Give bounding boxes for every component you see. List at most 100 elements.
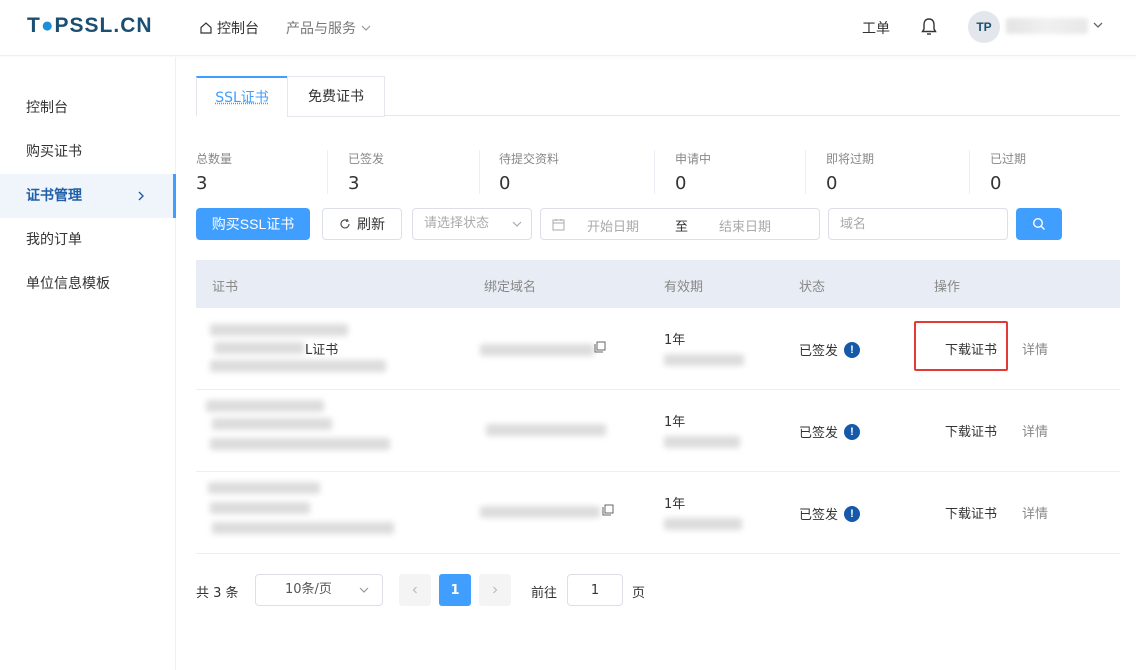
chevron-left-icon <box>412 586 417 594</box>
stat-label: 即将过期 <box>826 152 875 166</box>
status-badge: 已签发 ! <box>799 340 861 359</box>
stat-pending-docs: 待提交资料 0 <box>499 150 559 196</box>
date-range-picker[interactable]: 开始日期 至 结束日期 <box>540 208 820 240</box>
detail-link[interactable]: 详情 <box>1022 421 1048 440</box>
logo[interactable]: T●PSSL.CN <box>27 14 153 38</box>
cert-name-redacted <box>208 482 320 494</box>
sidebar-item-my-orders[interactable]: 我的订单 <box>0 218 176 262</box>
sidebar: 控制台 购买证书 证书管理 我的订单 单位信息模板 <box>0 57 176 670</box>
date-range-separator: 至 <box>675 220 689 235</box>
divider <box>805 150 806 194</box>
info-icon[interactable]: ! <box>844 423 861 440</box>
stat-label: 已过期 <box>990 152 1027 166</box>
expiry-redacted <box>664 354 744 366</box>
download-cert-link[interactable]: 下载证书 <box>945 339 997 358</box>
cert-type-redacted <box>212 418 332 430</box>
col-header-actions: 操作 <box>934 280 961 295</box>
end-date-input[interactable]: 结束日期 <box>719 216 771 235</box>
copy-icon[interactable] <box>602 504 614 516</box>
status-text: 已签发 <box>799 426 839 441</box>
stat-label: 已签发 <box>348 152 385 166</box>
detail-link[interactable]: 详情 <box>1022 339 1048 358</box>
page-size-value: 10条/页 <box>285 582 332 597</box>
stat-label: 申请中 <box>675 152 712 166</box>
sidebar-item-dashboard[interactable]: 控制台 <box>0 86 176 130</box>
divider <box>654 150 655 194</box>
avatar[interactable]: TP <box>968 11 1000 43</box>
status-select[interactable]: 请选择状态 <box>412 208 532 240</box>
search-button[interactable] <box>1016 208 1062 240</box>
start-date-input[interactable]: 开始日期 <box>587 216 639 235</box>
sidebar-item-label: 控制台 <box>26 100 68 116</box>
stat-value: 0 <box>826 173 838 194</box>
stat-label: 待提交资料 <box>499 152 560 166</box>
tab-ssl-cert[interactable]: SSL证书 <box>196 76 288 117</box>
nav-dashboard[interactable]: 控制台 <box>199 18 259 38</box>
chevron-down-icon <box>512 221 522 227</box>
info-icon[interactable]: ! <box>844 505 861 522</box>
chevron-down-icon <box>359 587 369 593</box>
buy-ssl-button[interactable]: 购买SSL证书 <box>196 208 310 240</box>
chevron-down-icon <box>361 25 371 31</box>
chevron-down-icon[interactable] <box>1092 19 1104 31</box>
col-header-status: 状态 <box>799 280 826 295</box>
stat-value: 3 <box>348 173 360 194</box>
top-header: T●PSSL.CN 控制台 产品与服务 工单 TP <box>0 0 1136 56</box>
stat-total: 总数量 3 <box>196 150 232 196</box>
validity-text: 1年 <box>664 497 686 512</box>
sidebar-item-label: 我的订单 <box>26 232 82 248</box>
tab-label: 免费证书 <box>308 89 364 105</box>
nav-products[interactable]: 产品与服务 <box>286 18 372 38</box>
status-badge: 已签发 ! <box>799 422 861 441</box>
refresh-icon <box>340 218 350 229</box>
bell-icon[interactable] <box>919 16 939 38</box>
stat-applying: 申请中 0 <box>675 150 711 196</box>
search-icon <box>1032 217 1045 230</box>
table-row: 1年 已签发 ! 下载证书 详情 <box>196 472 1120 554</box>
stat-expired: 已过期 0 <box>990 150 1026 196</box>
col-header-domain: 绑定域名 <box>484 280 537 295</box>
cert-id-redacted <box>210 360 386 372</box>
col-header-cert: 证书 <box>212 280 239 295</box>
tab-free-cert[interactable]: 免费证书 <box>287 76 385 117</box>
page-size-select[interactable]: 10条/页 <box>255 574 383 606</box>
sidebar-item-label: 证书管理 <box>26 188 82 204</box>
cert-name-redacted <box>210 324 348 336</box>
status-badge: 已签发 ! <box>799 504 861 523</box>
download-cert-link[interactable]: 下载证书 <box>945 503 997 522</box>
domain-redacted <box>480 506 600 518</box>
copy-icon[interactable] <box>594 341 606 353</box>
goto-page-input[interactable] <box>567 574 623 606</box>
divider <box>327 150 328 194</box>
divider <box>479 150 480 194</box>
cert-type-redacted <box>210 502 310 514</box>
sidebar-item-label: 购买证书 <box>26 144 82 160</box>
next-page-button[interactable] <box>479 574 511 606</box>
calendar-icon <box>552 219 565 231</box>
chevron-right-icon <box>493 586 498 594</box>
download-cert-link[interactable]: 下载证书 <box>945 421 997 440</box>
refresh-button[interactable]: 刷新 <box>322 208 402 240</box>
prev-page-button[interactable] <box>399 574 431 606</box>
tab-label: SSL证书 <box>215 90 269 106</box>
detail-link[interactable]: 详情 <box>1022 503 1048 522</box>
page-number-current[interactable]: 1 <box>439 574 471 606</box>
status-select-placeholder: 请选择状态 <box>424 216 490 231</box>
divider <box>969 150 970 194</box>
sidebar-item-org-template[interactable]: 单位信息模板 <box>0 262 176 306</box>
nav-products-label: 产品与服务 <box>286 21 356 37</box>
table-row: L证书 1年 已签发 ! 下载证书 详情 <box>196 308 1120 390</box>
cert-id-redacted <box>212 522 394 534</box>
stat-value: 3 <box>196 173 208 194</box>
sidebar-item-cert-management[interactable]: 证书管理 <box>0 174 176 218</box>
table-header: 证书 绑定域名 有效期 状态 操作 <box>196 260 1120 308</box>
expiry-redacted <box>664 518 742 530</box>
ticket-link[interactable]: 工单 <box>862 18 890 38</box>
username-redacted[interactable] <box>1006 18 1088 34</box>
info-icon[interactable]: ! <box>844 341 861 358</box>
cert-id-redacted <box>210 438 390 450</box>
home-icon <box>200 22 212 34</box>
page-suffix-label: 页 <box>632 586 646 601</box>
sidebar-item-buy-cert[interactable]: 购买证书 <box>0 130 176 174</box>
domain-search-input[interactable] <box>828 208 1008 240</box>
